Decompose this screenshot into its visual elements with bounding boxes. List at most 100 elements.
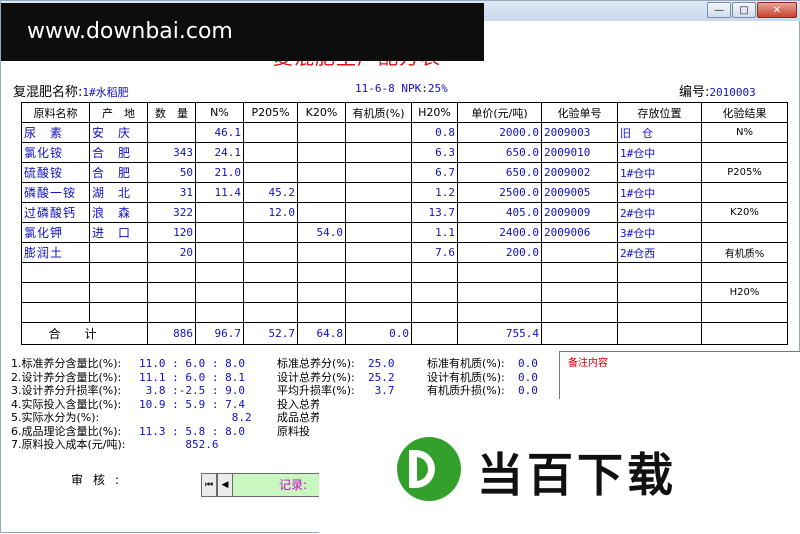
cell-p[interactable] [243,282,298,303]
cell-org[interactable] [345,162,412,183]
cell-place[interactable]: 浪 森 [89,202,148,223]
cell-name[interactable]: 硫酸铵 [21,162,90,183]
cell-test[interactable] [541,262,618,283]
cell-org[interactable] [345,182,412,203]
cell-org[interactable] [345,262,412,283]
cell-h2o[interactable]: 0.8 [411,122,458,143]
cell-qty[interactable]: 20 [147,242,196,263]
cell-loc[interactable]: 1#仓中 [617,162,702,183]
cell-h2o[interactable]: 1.2 [411,182,458,203]
cell-org[interactable] [345,122,412,143]
cell-n[interactable] [195,302,244,323]
cell-loc[interactable]: 旧 仓 [617,122,702,143]
cell-price[interactable] [457,262,542,283]
cell-n[interactable] [195,202,244,223]
cell-qty[interactable]: 50 [147,162,196,183]
cell-name[interactable]: 磷酸一铵 [21,182,90,203]
cell-loc[interactable]: 2#仓中 [617,202,702,223]
cell-place[interactable] [89,262,148,283]
cell-n[interactable] [195,222,244,243]
minimize-button[interactable]: — [707,2,731,18]
cell-n[interactable]: 46.1 [195,122,244,143]
cell-loc[interactable]: 1#仓中 [617,142,702,163]
cell-h2o[interactable]: 7.6 [411,242,458,263]
cell-k[interactable] [297,262,346,283]
cell-p[interactable] [243,122,298,143]
cell-name[interactable]: 氯化钾 [21,222,90,243]
cell-test[interactable] [541,282,618,303]
cell-qty[interactable] [147,122,196,143]
first-record-button[interactable]: ⏮ [201,473,217,497]
cell-org[interactable] [345,142,412,163]
cell-n[interactable] [195,262,244,283]
cell-org[interactable] [345,222,412,243]
cell-k[interactable] [297,162,346,183]
cell-h2o[interactable]: 6.7 [411,162,458,183]
prev-record-button[interactable]: ◀ [217,473,233,497]
cell-n[interactable] [195,282,244,303]
cell-qty[interactable]: 120 [147,222,196,243]
cell-name[interactable] [21,302,90,323]
cell-test[interactable]: 2009003 [541,122,618,143]
cell-place[interactable]: 安 庆 [89,122,148,143]
cell-name[interactable]: 膨润土 [21,242,90,263]
cell-test[interactable] [541,242,618,263]
cell-name[interactable]: 尿 素 [21,122,90,143]
cell-k[interactable]: 54.0 [297,222,346,243]
cell-k[interactable] [297,182,346,203]
cell-price[interactable]: 2000.0 [457,122,542,143]
fertilizer-name-value[interactable]: 1#水稻肥 [82,86,128,99]
cell-org[interactable] [345,282,412,303]
cell-p[interactable] [243,242,298,263]
cell-test[interactable] [541,302,618,323]
cell-h2o[interactable]: 13.7 [411,202,458,223]
cell-price[interactable]: 2400.0 [457,222,542,243]
cell-n[interactable] [195,242,244,263]
formula-value[interactable]: 11-6-8 NPK:25% [355,82,448,95]
close-button[interactable]: ✕ [757,2,797,18]
cell-h2o[interactable] [411,282,458,303]
cell-p[interactable] [243,302,298,323]
cell-loc[interactable]: 3#仓中 [617,222,702,243]
cell-test[interactable]: 2009005 [541,182,618,203]
cell-org[interactable] [345,242,412,263]
cell-qty[interactable] [147,262,196,283]
cell-name[interactable]: 氯化铵 [21,142,90,163]
cell-test[interactable]: 2009009 [541,202,618,223]
cell-place[interactable]: 进 口 [89,222,148,243]
cell-price[interactable] [457,282,542,303]
cell-k[interactable] [297,282,346,303]
cell-test[interactable]: 2009010 [541,142,618,163]
cell-h2o[interactable]: 6.3 [411,142,458,163]
cell-n[interactable]: 24.1 [195,142,244,163]
cell-p[interactable] [243,142,298,163]
cell-place[interactable]: 湖 北 [89,182,148,203]
cell-p[interactable]: 12.0 [243,202,298,223]
cell-name[interactable] [21,282,90,303]
cell-price[interactable]: 2500.0 [457,182,542,203]
cell-h2o[interactable]: 1.1 [411,222,458,243]
cell-qty[interactable] [147,302,196,323]
cell-price[interactable] [457,302,542,323]
cell-test[interactable]: 2009002 [541,162,618,183]
cell-k[interactable] [297,302,346,323]
cell-place[interactable]: 合 肥 [89,142,148,163]
cell-price[interactable]: 200.0 [457,242,542,263]
cell-place[interactable] [89,242,148,263]
cell-place[interactable] [89,302,148,323]
cell-test[interactable]: 2009006 [541,222,618,243]
cell-p[interactable] [243,262,298,283]
cell-k[interactable] [297,122,346,143]
cell-qty[interactable]: 343 [147,142,196,163]
cell-qty[interactable] [147,282,196,303]
form-number-value[interactable]: 2010003 [709,86,755,99]
cell-price[interactable]: 405.0 [457,202,542,223]
cell-h2o[interactable] [411,262,458,283]
cell-k[interactable] [297,202,346,223]
cell-loc[interactable] [617,302,702,323]
cell-n[interactable]: 21.0 [195,162,244,183]
cell-qty[interactable]: 322 [147,202,196,223]
cell-place[interactable] [89,282,148,303]
cell-name[interactable]: 过磷酸钙 [21,202,90,223]
cell-p[interactable] [243,222,298,243]
